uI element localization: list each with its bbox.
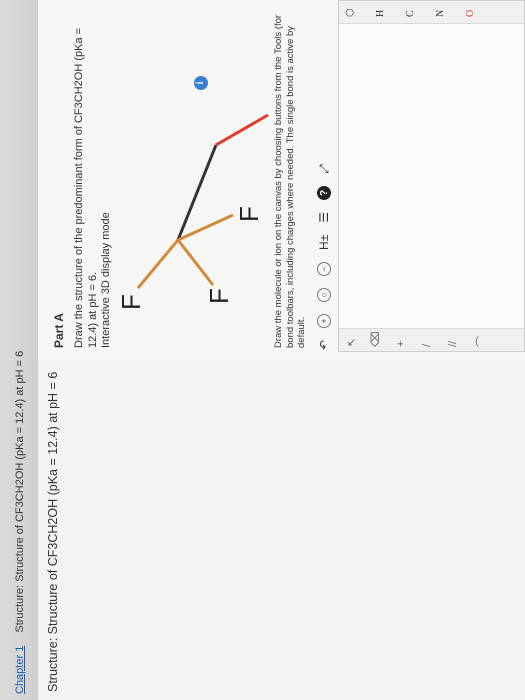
breadcrumb-current: Structure: Structure of CF3CH2OH (pKa = … — [14, 350, 26, 633]
c-f-bond — [176, 239, 215, 286]
drawing-canvas[interactable]: ↖ ⌫ + / // ⌒ ⬡ H C N O — [338, 0, 525, 352]
zoom-out-button[interactable]: − — [317, 261, 331, 276]
breadcrumb: Chapter 1 Structure: Structure of CF3CH2… — [14, 351, 26, 694]
element-n-button[interactable]: N — [435, 10, 446, 17]
screen: Chapter 1 Structure: Structure of CF3CH2… — [0, 0, 525, 700]
undo-button[interactable]: ↶ — [317, 340, 331, 350]
charge-tool-icon[interactable]: + — [395, 341, 407, 347]
top-bar: Chapter 1 Structure: Structure of CF3CH2… — [0, 0, 39, 700]
left-pane: Structure: Structure of CF3CH2OH (pKa = … — [38, 359, 525, 700]
part-label: Part A — [52, 313, 66, 348]
question-text: Draw the structure of the predominant fo… — [73, 27, 99, 348]
atom-label: F — [118, 294, 146, 310]
select-tool-icon[interactable]: ↖ — [345, 338, 358, 347]
page-title: Structure: Structure of CF3CH2OH (pKa = … — [46, 371, 60, 692]
display-mode-link[interactable]: Interactive 3D display mode — [100, 212, 112, 348]
element-h-button[interactable]: H — [375, 10, 386, 17]
c-f-bond — [136, 239, 180, 289]
c-o-bond — [215, 113, 269, 147]
double-bond-icon[interactable]: // — [447, 341, 459, 347]
zoom-in-button[interactable]: + — [317, 313, 331, 328]
fullscreen-icon[interactable]: ⤢ — [317, 164, 332, 174]
zoom-reset-button[interactable]: ○ — [317, 287, 331, 302]
hydrogen-toggle-button[interactable]: H± — [317, 235, 331, 250]
element-o-button[interactable]: O — [465, 10, 476, 17]
chapter-link[interactable]: Chapter 1 — [14, 646, 26, 694]
atom-label: F — [204, 288, 234, 304]
molecule-3d-view[interactable]: F F F OH — [118, 60, 273, 360]
template-button[interactable]: ☰ — [317, 212, 331, 223]
right-pane: Part A Draw the structure of the predomi… — [38, 0, 525, 360]
eraser-tool-icon[interactable]: ⌫ — [369, 331, 382, 347]
help-icon[interactable]: ? — [317, 185, 331, 200]
tools-palette: ↖ ⌫ + / // ⌒ — [339, 328, 524, 351]
atom-label: F — [234, 206, 264, 222]
editor-toolbar: ↶ + ○ − H± ☰ ? ⤢ — [313, 0, 335, 350]
single-bond-icon[interactable]: / — [421, 344, 433, 347]
info-icon[interactable]: i — [194, 76, 208, 90]
instructions-text: Draw the molecule or ion on the canvas b… — [273, 14, 307, 348]
ring-template-icon[interactable]: ⬡ — [345, 8, 356, 17]
element-c-button[interactable]: C — [405, 10, 416, 17]
elements-palette: ⬡ H C N O — [339, 1, 524, 24]
chain-tool-icon[interactable]: ⌒ — [473, 336, 489, 347]
